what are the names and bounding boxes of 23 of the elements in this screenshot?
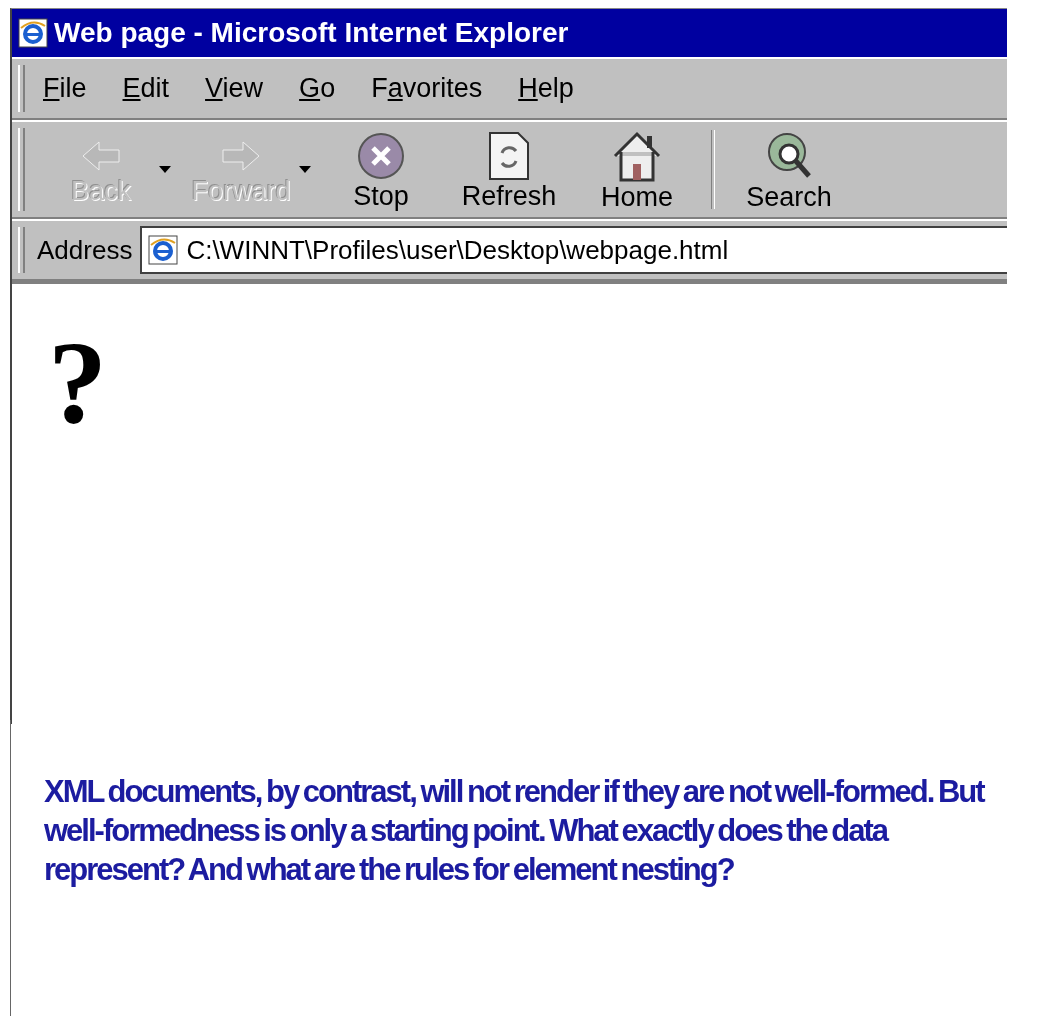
refresh-page-icon	[486, 131, 532, 181]
toolbar-button[interactable]: Home	[573, 122, 701, 217]
menu-item[interactable]: Go	[293, 59, 342, 118]
menu-item[interactable]: File	[37, 59, 93, 118]
menu-item[interactable]: Edit	[116, 59, 176, 118]
menu-item[interactable]: View	[199, 59, 270, 118]
toolbar-grip-handle[interactable]	[18, 128, 25, 211]
caption-paragraph: XML documents, by contrast, will not render if they are not well-formed. But well-formedness is only a starting point. What exactly does the data represent? And what are the rules for element nesting?	[44, 773, 986, 889]
window-title: Web page - Microsoft Internet Explorer	[54, 17, 569, 49]
address-label: Address	[37, 234, 133, 266]
question-mark: ?	[48, 317, 107, 448]
house-icon	[611, 130, 663, 182]
menu-item[interactable]: Favorites	[365, 59, 489, 118]
stop-icon	[356, 131, 406, 181]
toolbar-button[interactable]: Search	[725, 122, 853, 217]
toolbar-grip-handle[interactable]	[18, 65, 25, 112]
browser-logo-icon	[148, 235, 179, 265]
browser-logo-icon	[18, 18, 48, 48]
menu-item[interactable]: Help	[512, 59, 580, 118]
address-field[interactable]: C:\WINNT\Profiles\user\Desktop\webpage.html	[140, 226, 1007, 274]
toolbar-grip-handle[interactable]	[18, 227, 25, 273]
toolbar-button[interactable]: Refresh	[445, 123, 573, 216]
toolbar-button[interactable]: Stop	[317, 123, 445, 216]
